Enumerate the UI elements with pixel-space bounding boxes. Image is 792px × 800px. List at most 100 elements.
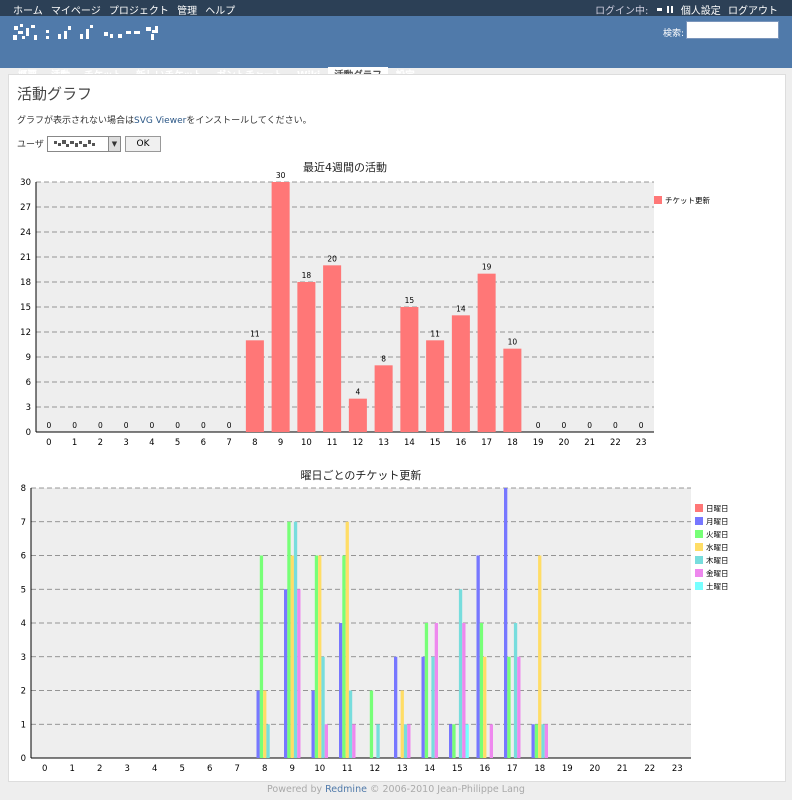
bar [517, 656, 521, 758]
chart-title: 最近4週間の活動 [303, 160, 387, 174]
data-label: 0 [536, 421, 541, 430]
y-tick-label: 0 [21, 754, 26, 764]
x-tick-label: 15 [430, 438, 441, 448]
y-tick-label: 6 [26, 378, 31, 388]
legend-label: 水曜日 [706, 542, 729, 552]
legend-swatch [695, 543, 703, 551]
x-tick-label: 14 [404, 438, 415, 448]
bar [531, 724, 535, 758]
data-label: 0 [175, 421, 180, 430]
data-label: 0 [149, 421, 154, 430]
bar [424, 623, 429, 758]
ok-button[interactable]: OK [125, 136, 161, 152]
x-tick-label: 14 [424, 764, 435, 774]
x-tick-label: 5 [180, 764, 185, 774]
legend-swatch [695, 530, 703, 538]
redmine-link[interactable]: Redmine [325, 784, 367, 795]
bar [352, 724, 356, 758]
bar [504, 488, 508, 758]
bar [479, 623, 484, 758]
legend-label: 月曜日 [706, 517, 729, 526]
x-tick-label: 0 [42, 764, 47, 774]
x-tick-label: 1 [70, 764, 75, 774]
bar [483, 656, 487, 758]
x-tick-label: 1 [72, 438, 77, 448]
x-tick-label: 21 [584, 438, 595, 448]
bar [311, 690, 315, 758]
y-tick-label: 4 [21, 619, 26, 629]
note-text-after: をインストールしてください。 [186, 116, 312, 126]
x-tick-label: 6 [201, 438, 206, 448]
legend-label: 日曜日 [706, 504, 729, 513]
y-tick-label: 3 [26, 403, 31, 413]
bar [293, 521, 298, 758]
data-label: 18 [302, 271, 312, 280]
svg-viewer-note: グラフが表示されない場合はSVG Viewerをインストールしてください。 [17, 113, 312, 126]
bar [403, 724, 408, 758]
bar [318, 555, 322, 758]
x-tick-label: 11 [342, 764, 353, 774]
bar [297, 589, 301, 758]
bar [458, 589, 463, 758]
bar [323, 265, 342, 432]
search-input[interactable] [686, 21, 779, 39]
x-tick-label: 9 [290, 764, 295, 774]
data-label: 11 [250, 329, 260, 338]
y-tick-label: 27 [20, 203, 31, 213]
x-tick-label: 17 [481, 438, 492, 448]
data-label: 0 [124, 421, 129, 430]
bar [449, 724, 453, 758]
x-tick-label: 8 [262, 764, 267, 774]
y-tick-label: 30 [20, 178, 31, 188]
x-tick-label: 4 [152, 764, 157, 774]
bar [476, 555, 480, 758]
legend-swatch [695, 582, 703, 590]
bar [394, 656, 398, 758]
footer: Powered by Redmine © 2006-2010 Jean-Phil… [0, 784, 792, 795]
bar [400, 307, 419, 432]
bar [314, 555, 319, 758]
svg-viewer-link[interactable]: SVG Viewer [134, 116, 186, 126]
data-label: 0 [98, 421, 103, 430]
y-tick-label: 3 [21, 653, 26, 663]
x-tick-label: 23 [672, 764, 683, 774]
top-menu-right: ログイン中: 個人設定 ログアウト [591, 2, 778, 17]
data-label: 20 [327, 254, 337, 263]
legend-label: チケット更新 [665, 195, 710, 205]
footer-copyright: © 2006-2010 Jean-Philippe Lang [369, 784, 525, 795]
y-tick-label: 15 [20, 303, 31, 313]
y-tick-label: 6 [21, 552, 26, 562]
bar [374, 365, 393, 432]
data-label: 30 [276, 171, 286, 180]
x-tick-label: 13 [378, 438, 389, 448]
x-tick-label: 18 [507, 438, 518, 448]
x-tick-label: 15 [452, 764, 463, 774]
bar [256, 690, 260, 758]
note-text-before: グラフが表示されない場合は [17, 116, 135, 126]
data-label: 14 [456, 304, 466, 313]
y-tick-label: 2 [21, 687, 26, 697]
bar [245, 340, 264, 432]
x-tick-label: 4 [149, 438, 154, 448]
y-tick-label: 21 [20, 253, 31, 263]
bar [421, 656, 425, 758]
bar [507, 656, 511, 758]
bar [407, 724, 411, 758]
bar [369, 690, 374, 758]
top-menu: ホーム マイページ プロジェクト 管理 ヘルプ ログイン中: 個人設定 ログアウ… [0, 0, 792, 17]
bar [465, 724, 469, 758]
x-tick-label: 5 [175, 438, 180, 448]
data-label: 8 [381, 354, 386, 363]
data-label: 15 [405, 296, 415, 305]
bar [321, 656, 325, 758]
legend-swatch [695, 517, 703, 525]
bar [462, 623, 466, 758]
legend-label: 火曜日 [706, 530, 729, 539]
x-tick-label: 13 [397, 764, 408, 774]
bar [434, 623, 438, 758]
y-tick-label: 0 [26, 428, 31, 438]
user-select[interactable]: ▼ [47, 136, 121, 152]
user-select-value-redacted [54, 140, 95, 147]
legend-swatch [695, 569, 703, 577]
chevron-down-icon[interactable]: ▼ [108, 137, 120, 151]
